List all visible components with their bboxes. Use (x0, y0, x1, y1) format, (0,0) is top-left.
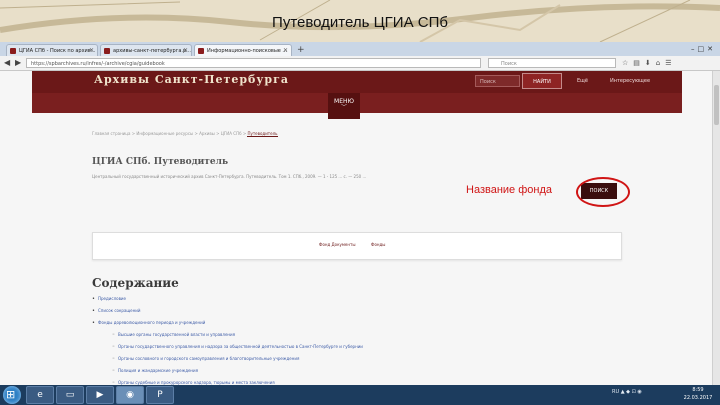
toc-item[interactable]: ◦ Высшие органы государственной власти и … (112, 332, 236, 338)
toc-item-label: Полиция и жандармские учреждения (118, 368, 199, 373)
chevron-down-icon: ﹀ (340, 104, 347, 111)
site-link[interactable]: Ещё (577, 75, 588, 87)
close-icon[interactable]: ✕ (283, 45, 288, 56)
scrollbar-thumb[interactable] (714, 85, 719, 125)
browser-nav-bar: ◀ ▶ https://spbarchives.ru/infres/-/arch… (0, 56, 720, 71)
toc-title: Содержание (92, 276, 179, 290)
slide-title: Путеводитель ЦГИА СПб (272, 14, 448, 31)
browser-search-input[interactable]: Поиск (488, 58, 616, 68)
windows-icon: ⊞ (6, 388, 16, 401)
toc-item[interactable]: ◦ Органы государственного управления и на… (112, 344, 363, 350)
circle-bullet-icon: ◦ (112, 368, 115, 374)
back-icon[interactable]: ◀ (4, 58, 10, 68)
browser-tab-active[interactable]: Информационно-поисковые ... ✕ (194, 44, 292, 56)
toc-item[interactable]: • Фонды дореволюционного периода и учрежд… (92, 320, 206, 326)
powerpoint-icon[interactable]: P (146, 386, 174, 404)
site-header: Архивы Санкт-Петербурга Поиск НАЙТИ Ещё … (32, 71, 682, 93)
breadcrumb: Главная страница > Информационные ресурс… (92, 131, 278, 137)
browser-tab[interactable]: ЦГИА СПб - Поиск по архив... ✕ (6, 44, 98, 56)
fund-panel: Фонд Документы Фонды (92, 232, 622, 260)
system-tray[interactable]: RU ▲ ◆ ⊡ ◉ (612, 389, 642, 395)
page-title: ЦГИА СПб. Путеводитель (92, 157, 229, 167)
breadcrumb-path[interactable]: Главная страница > Информационные ресурс… (92, 131, 246, 136)
panel-link[interactable]: Фонд Документы (319, 242, 355, 247)
favicon-icon (104, 48, 110, 54)
bullet-icon: • (92, 320, 95, 326)
browser-tab[interactable]: архивы-санкт-петербурга.р... ✕ (100, 44, 192, 56)
browser-tab-bar: ЦГИА СПб - Поиск по архив... ✕ архивы-са… (0, 42, 720, 57)
toc-item-label: Фонды дореволюционного периода и учрежде… (98, 320, 206, 325)
vertical-scrollbar[interactable] (712, 71, 720, 385)
address-bar[interactable]: https://spbarchives.ru/infres/-/archive/… (26, 58, 481, 68)
firefox-icon[interactable]: ◉ (116, 386, 144, 404)
favicon-icon (10, 48, 16, 54)
panel-link[interactable]: Фонды (371, 242, 385, 247)
toc-item-label: Органы сословного и городского самоуправ… (118, 356, 300, 361)
annotation-ellipse (576, 177, 630, 207)
breadcrumb-current: Путеводитель (247, 131, 278, 137)
toc-item[interactable]: • Предисловие (92, 296, 126, 302)
forward-icon[interactable]: ▶ (15, 58, 21, 68)
bullet-icon: • (92, 308, 95, 314)
tab-label: Информационно-поисковые ... (207, 48, 288, 54)
close-icon[interactable]: ✕ (183, 45, 188, 56)
toc-item-label: Органы государственного управления и над… (118, 344, 363, 349)
ie-icon[interactable]: e (26, 386, 54, 404)
site-search-button[interactable]: НАЙТИ (522, 73, 562, 89)
clock[interactable]: 8:59 22.03.2017 (678, 386, 718, 402)
tab-label: архивы-санкт-петербурга.р... (113, 48, 191, 54)
site-link[interactable]: Интересующее (610, 75, 650, 87)
start-button[interactable]: ⊞ (3, 386, 21, 404)
circle-bullet-icon: ◦ (112, 356, 115, 362)
circle-bullet-icon: ◦ (112, 332, 115, 338)
page-subtitle: Центральный государственный исторический… (92, 174, 367, 179)
clock-time: 8:59 (692, 387, 704, 393)
toc-item[interactable]: • Список сокращений (92, 308, 141, 314)
site-logo[interactable]: Архивы Санкт-Петербурга (94, 73, 289, 86)
menu-button[interactable]: МЕНЮ ﹀ (328, 93, 360, 119)
new-tab-button[interactable]: + (297, 44, 305, 56)
toolbar-icons[interactable]: ☆▤⬇⌂☰ (622, 58, 676, 68)
folder-icon[interactable]: ▭ (56, 386, 84, 404)
toc-item[interactable]: ◦ Органы сословного и городского самоупра… (112, 356, 300, 362)
toc-item-label: Список сокращений (98, 308, 141, 313)
toc-item[interactable]: ◦ Полиция и жандармские учреждения (112, 368, 199, 374)
favicon-icon (198, 48, 204, 54)
site-search-input[interactable]: Поиск (475, 75, 520, 87)
window-controls[interactable]: –□✕ (691, 42, 716, 56)
toc-item-label: Высшие органы государственной власти и у… (118, 332, 236, 337)
close-icon[interactable]: ✕ (89, 45, 94, 56)
page-viewport: Архивы Санкт-Петербурга Поиск НАЙТИ Ещё … (0, 71, 712, 385)
annotation-label: Название фонда (466, 184, 552, 196)
clock-date: 22.03.2017 (683, 395, 713, 401)
media-player-icon[interactable]: ▶ (86, 386, 114, 404)
toc-item-label: Предисловие (98, 296, 126, 301)
bullet-icon: • (92, 296, 95, 302)
tab-label: ЦГИА СПб - Поиск по архив... (19, 48, 96, 54)
circle-bullet-icon: ◦ (112, 344, 115, 350)
